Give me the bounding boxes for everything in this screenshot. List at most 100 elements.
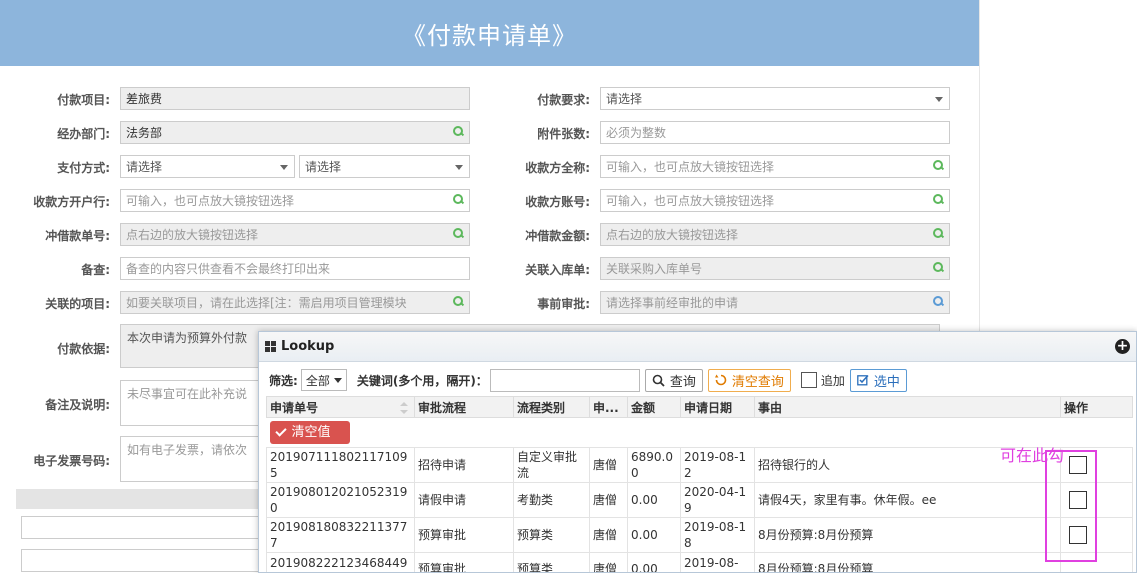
payee-name-placeholder: 可输入，也可点放大镜按钮选择 bbox=[606, 160, 775, 174]
invoice-textarea[interactable]: 如有电子发票，请依次 bbox=[120, 436, 260, 482]
pay-method-select-2[interactable]: 请选择 bbox=[299, 155, 470, 178]
table-row[interactable]: 201908222123468449 预算审批 预算类 唐僧 0.00 2019… bbox=[266, 552, 1133, 572]
check-square-icon bbox=[857, 374, 869, 386]
search-icon[interactable] bbox=[453, 126, 464, 137]
check-icon bbox=[274, 425, 287, 437]
append-label: 追加 bbox=[820, 373, 845, 388]
chevron-down-icon bbox=[455, 165, 463, 170]
payee-bank-placeholder: 可输入，也可点放大镜按钮选择 bbox=[126, 194, 295, 208]
blank-input-1[interactable] bbox=[21, 516, 261, 539]
cell-applicant: 唐僧 bbox=[589, 552, 628, 572]
keyword-label: 关键词(多个用，隔开)： bbox=[356, 373, 488, 388]
label-invoice: 电子发票号码: bbox=[33, 454, 110, 468]
payee-account-input[interactable]: 可输入，也可点放大镜按钮选择 bbox=[600, 189, 950, 212]
remarks-textarea[interactable]: 未尽事宜可在此补充说 bbox=[120, 380, 260, 426]
loan-amount-input[interactable]: 点右边的放大镜按钮选择 bbox=[600, 223, 950, 246]
cell-amount: 0.00 bbox=[627, 517, 681, 553]
pay-method-2-value: 请选择 bbox=[305, 160, 342, 174]
attachments-input[interactable]: 必须为整数 bbox=[600, 121, 950, 144]
column-header-applicant[interactable]: 申... bbox=[589, 396, 628, 418]
label-department: 经办部门: bbox=[57, 127, 110, 141]
search-icon[interactable] bbox=[453, 296, 464, 307]
cell-reason: 请假4天，家里有事。休年假。ee bbox=[754, 482, 1061, 518]
cell-date: 2019-08-18 bbox=[680, 517, 755, 553]
cell-no: 2019071118021171095 bbox=[266, 447, 415, 483]
sort-icon[interactable] bbox=[400, 402, 408, 414]
search-button[interactable]: 查询 bbox=[644, 368, 703, 392]
inbound-input[interactable]: 关联采购入库单号 bbox=[600, 257, 950, 280]
related-project-placeholder: 如要关联项目，请在此选择[注：需启用项目管理模块 bbox=[126, 296, 407, 310]
payee-bank-input[interactable]: 可输入，也可点放大镜按钮选择 bbox=[120, 189, 470, 212]
column-header-action: 操作 bbox=[1060, 396, 1133, 418]
search-icon[interactable] bbox=[933, 194, 944, 205]
loan-amount-placeholder: 点右边的放大镜按钮选择 bbox=[606, 228, 739, 242]
cell-no: 201908222123468449 bbox=[266, 552, 415, 572]
pay-method-select-1[interactable]: 请选择 bbox=[120, 155, 295, 178]
payee-account-placeholder: 可输入，也可点放大镜按钮选择 bbox=[606, 194, 775, 208]
column-header-reason[interactable]: 事由 bbox=[754, 396, 1061, 418]
column-header-flow[interactable]: 审批流程 bbox=[414, 396, 514, 418]
cell-applicant: 唐僧 bbox=[589, 447, 628, 483]
cell-category: 考勤类 bbox=[513, 482, 590, 518]
loan-no-input[interactable]: 点右边的放大镜按钮选择 bbox=[120, 223, 470, 246]
cell-flow: 预算审批 bbox=[414, 517, 514, 553]
department-value: 法务部 bbox=[126, 126, 163, 140]
loan-no-placeholder: 点右边的放大镜按钮选择 bbox=[126, 228, 259, 242]
maximize-icon[interactable]: + bbox=[1115, 339, 1130, 354]
table-row[interactable]: 2019080120210523190 请假申请 考勤类 唐僧 0.00 202… bbox=[266, 482, 1133, 518]
label-requirement: 付款要求: bbox=[537, 93, 590, 107]
column-header-category[interactable]: 流程类别 bbox=[513, 396, 590, 418]
search-icon[interactable] bbox=[933, 228, 944, 239]
search-icon[interactable] bbox=[453, 194, 464, 205]
department-field[interactable]: 法务部 bbox=[120, 121, 470, 144]
lookup-dialog-title: Lookup bbox=[281, 339, 335, 354]
cell-applicant: 唐僧 bbox=[589, 482, 628, 518]
column-header-no[interactable]: 申请单号 bbox=[266, 396, 415, 418]
clear-query-button[interactable]: 清空查询 bbox=[707, 368, 791, 392]
pay-method-1-value: 请选择 bbox=[126, 160, 163, 174]
label-attachments: 附件张数: bbox=[537, 127, 590, 141]
memo-input[interactable]: 备查的内容只供查看不会最终打印出来 bbox=[120, 257, 470, 280]
requirement-select[interactable]: 请选择 bbox=[600, 87, 950, 110]
search-icon[interactable] bbox=[933, 160, 944, 171]
label-payee-name: 收款方全称: bbox=[525, 161, 590, 175]
clear-query-label: 清空查询 bbox=[731, 374, 784, 390]
column-header-amount[interactable]: 金额 bbox=[627, 396, 681, 418]
column-header-date[interactable]: 申请日期 bbox=[680, 396, 755, 418]
label-pre-approval: 事前审批: bbox=[537, 297, 590, 311]
filter-select[interactable]: 全部 bbox=[300, 369, 347, 391]
related-project-input[interactable]: 如要关联项目，请在此选择[注：需启用项目管理模块 bbox=[120, 291, 470, 314]
pre-approval-input[interactable]: 请选择事前经审批的申请 bbox=[600, 291, 950, 314]
cell-flow: 预算审批 bbox=[414, 552, 514, 572]
cell-reason: 8月份预算:8月份预算 bbox=[754, 552, 1061, 572]
form-title-bar: 《付款申请单》 bbox=[0, 0, 979, 66]
label-basis: 付款依据: bbox=[57, 342, 110, 356]
label-pay-method: 支付方式: bbox=[57, 161, 110, 175]
chevron-down-icon bbox=[280, 165, 288, 170]
search-button-label: 查询 bbox=[669, 374, 696, 390]
cell-category: 预算类 bbox=[513, 517, 590, 553]
table-row[interactable]: 2019081808322113777 预算审批 预算类 唐僧 0.00 201… bbox=[266, 517, 1133, 553]
payee-name-input[interactable]: 可输入，也可点放大镜按钮选择 bbox=[600, 155, 950, 178]
clear-value-button[interactable]: 清空值 bbox=[269, 421, 350, 444]
cell-date: 2019-08-12 bbox=[680, 447, 755, 483]
search-icon[interactable] bbox=[453, 228, 464, 239]
lookup-table: 申请单号 审批流程 流程类别 申... 金额 申请日期 事由 操作 清空值 20… bbox=[266, 396, 1133, 572]
search-icon[interactable] bbox=[933, 296, 944, 307]
keyword-input[interactable] bbox=[489, 368, 640, 392]
cell-flow: 招待申请 bbox=[414, 447, 514, 483]
append-checkbox[interactable] bbox=[800, 372, 817, 388]
filter-select-value: 全部 bbox=[305, 373, 330, 388]
lookup-dialog-header[interactable]: Lookup + bbox=[259, 332, 1136, 362]
cell-reason: 8月份预算:8月份预算 bbox=[754, 517, 1061, 553]
requirement-value: 请选择 bbox=[606, 92, 643, 106]
label-payee-bank: 收款方开户行: bbox=[33, 195, 110, 209]
blank-input-2[interactable] bbox=[21, 549, 261, 572]
project-field[interactable]: 差旅费 bbox=[120, 87, 470, 110]
select-button[interactable]: 选中 bbox=[849, 368, 907, 392]
label-payee-account: 收款方账号: bbox=[525, 195, 590, 209]
cell-category: 自定义审批流 bbox=[513, 447, 590, 483]
label-related-project: 关联的项目: bbox=[45, 297, 110, 311]
chevron-down-icon bbox=[333, 377, 342, 383]
search-icon[interactable] bbox=[933, 262, 944, 273]
